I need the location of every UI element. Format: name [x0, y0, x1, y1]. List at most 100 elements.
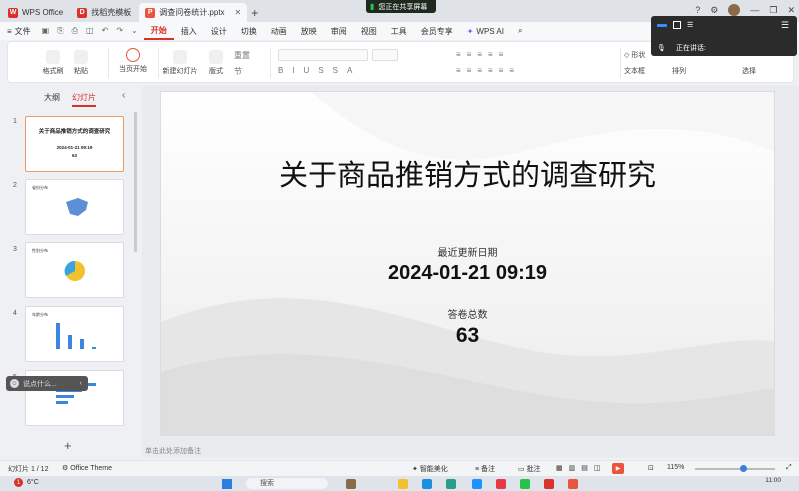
paste-button[interactable]: 粘贴 — [68, 50, 94, 76]
tab-wps-ai[interactable]: ✦ WPS AI — [460, 22, 511, 40]
response-count[interactable]: 63 — [161, 324, 774, 348]
updated-date[interactable]: 2024-01-21 09:19 — [161, 262, 774, 285]
theme-button[interactable]: ⚙ Office Theme — [62, 464, 112, 472]
comments-button[interactable]: ▭ 批注 — [518, 464, 541, 474]
shape-button[interactable]: ◇ 形状 — [624, 50, 645, 60]
tab-animation[interactable]: 动画 — [264, 22, 294, 40]
slide-thumbnail-3[interactable]: 性别分布 — [25, 242, 124, 298]
microphone-icon[interactable]: 🎙 — [657, 44, 666, 52]
bar — [80, 339, 84, 349]
view-mode-buttons[interactable]: ▦▥▤◫ — [556, 464, 606, 472]
zoom-slider[interactable] — [695, 468, 775, 470]
section-button[interactable]: 节 — [234, 66, 242, 77]
slide-thumbnail-1[interactable]: 关于商品推销方式的调查研究 2024-01-21 09:19 63 — [25, 116, 124, 172]
select-button[interactable]: 选择 — [742, 66, 756, 76]
count-label[interactable]: 答卷总数 — [161, 306, 774, 321]
wave-shape — [311, 92, 774, 160]
tab-review[interactable]: 审阅 — [324, 22, 354, 40]
slide-title[interactable]: 关于商品推销方式的调查研究 — [161, 152, 774, 194]
help-icon[interactable]: ? — [695, 5, 700, 15]
clipboard-icon — [74, 50, 88, 64]
screen-share-indicator[interactable]: ▮ 您正在共享屏幕 — [366, 0, 436, 13]
tab-slideshow[interactable]: 放映 — [294, 22, 324, 40]
edge-browser-icon[interactable] — [422, 479, 432, 489]
fullscreen-icon[interactable]: ⤢ — [786, 464, 792, 472]
print-icon[interactable]: ⎙ — [72, 26, 78, 36]
undo-icon[interactable]: ↶ — [102, 26, 109, 36]
restore-icon[interactable]: ❐ — [769, 5, 777, 16]
weather-widget[interactable]: 1 6°C — [14, 478, 39, 487]
overlay-menu-icon[interactable]: ☰ — [781, 20, 789, 31]
taskbar-search[interactable]: 搜索 — [246, 478, 328, 489]
windows-taskbar: 1 6°C 搜索 11:00 — [0, 476, 799, 491]
panel-tabs: 大纲 幻灯片 — [44, 92, 96, 107]
font-family-select[interactable] — [278, 49, 368, 61]
zoom-slider-handle[interactable] — [740, 465, 747, 472]
font-style-buttons[interactable]: BIUSSA — [278, 66, 361, 75]
minimize-icon[interactable]: — — [750, 5, 759, 15]
pptx-taskbar-icon[interactable] — [568, 479, 578, 489]
paragraph-buttons[interactable]: ≡≡≡≡≡ — [456, 50, 509, 59]
slide-canvas[interactable]: 关于商品推销方式的调查研究 最近更新日期 2024-01-21 09:19 答卷… — [160, 91, 775, 436]
close-tab-icon[interactable]: ✕ — [235, 8, 242, 17]
taskbar-app-icon[interactable] — [472, 479, 482, 489]
tab-outline[interactable]: 大纲 — [44, 92, 60, 107]
slide-thumbnail-4[interactable]: 年龄分布 — [25, 306, 124, 362]
taskbar-app-icon[interactable] — [446, 479, 456, 489]
alignment-buttons[interactable]: ≡≡≡≡≡≡ — [456, 66, 520, 75]
settings-icon[interactable]: ⚙ — [710, 5, 718, 16]
tab-tools[interactable]: 工具 — [384, 22, 414, 40]
user-avatar[interactable] — [728, 4, 741, 16]
font-size-select[interactable] — [372, 49, 398, 61]
list-icon[interactable]: ☰ — [687, 21, 693, 29]
save-icon[interactable]: ▣ — [42, 26, 50, 36]
windows-start-icon[interactable] — [222, 479, 232, 489]
play-from-current-button[interactable]: 当页开始 — [113, 48, 153, 74]
textbox-button[interactable]: 文本框 — [624, 66, 645, 76]
panel-scrollbar[interactable] — [134, 112, 137, 252]
reset-button[interactable]: 重置 — [234, 50, 250, 61]
tab-document[interactable]: P 调查问卷统计.pptx ✕ — [139, 3, 248, 22]
search-icon[interactable]: ⌕ — [511, 22, 529, 40]
notes-button[interactable]: ≡ 备注 — [475, 464, 495, 474]
collapse-icon[interactable]: ‹ — [80, 380, 82, 387]
arrange-label: 排列 — [672, 68, 686, 75]
zoom-level[interactable]: 115% — [667, 464, 684, 471]
slide-thumbnail-2[interactable]: 省份分布 — [25, 179, 124, 235]
tab-design[interactable]: 设计 — [204, 22, 234, 40]
preview-icon[interactable]: ◫ — [86, 26, 94, 36]
layout-button[interactable]: 版式 — [204, 50, 228, 76]
more-icon[interactable]: ⌄ — [131, 26, 138, 36]
format-painter-button[interactable]: 格式刷 — [38, 50, 68, 76]
redo-icon[interactable]: ↷ — [116, 26, 123, 36]
tab-insert[interactable]: 插入 — [174, 22, 204, 40]
voice-chat-popup[interactable]: ☺ 说点什么... ‹ — [6, 376, 88, 391]
wps-taskbar-icon[interactable] — [544, 479, 554, 489]
tab-member[interactable]: 会员专享 — [414, 22, 460, 40]
tab-view[interactable]: 视图 — [354, 22, 384, 40]
add-slide-button[interactable]: + — [64, 438, 72, 453]
tab-slides[interactable]: 幻灯片 — [72, 92, 96, 107]
collapse-panel-icon[interactable]: ‹ — [122, 90, 125, 101]
new-slide-button[interactable]: 新建幻灯片 — [160, 50, 200, 76]
tab-wps-office[interactable]: W WPS Office — [2, 3, 69, 22]
export-icon[interactable]: ⎘ — [57, 26, 63, 36]
notes-input[interactable]: 单击此处添加备注 — [145, 446, 201, 456]
fit-icon[interactable]: ⊡ — [648, 464, 654, 472]
tab-templates[interactable]: D 找稻壳模板 — [71, 3, 137, 22]
wechat-icon[interactable] — [520, 479, 530, 489]
tab-transition[interactable]: 切换 — [234, 22, 264, 40]
new-tab-button[interactable]: + — [251, 3, 258, 22]
file-explorer-icon[interactable] — [398, 479, 408, 489]
close-window-icon[interactable]: ✕ — [787, 5, 795, 16]
arrange-button[interactable]: 排列 — [672, 66, 686, 76]
taskbar-app-icon[interactable] — [496, 479, 506, 489]
map-chart-thumb — [66, 198, 88, 216]
smart-beautify-button[interactable]: ✦ 智能美化 — [412, 464, 448, 474]
taskbar-app-icon[interactable] — [346, 479, 356, 489]
screen-icon[interactable] — [673, 21, 681, 29]
tab-home[interactable]: 开始 — [143, 22, 174, 40]
slideshow-play-icon[interactable]: ▶ — [612, 463, 624, 474]
file-menu[interactable]: ≡ 文件 — [0, 22, 38, 40]
updated-label[interactable]: 最近更新日期 — [161, 244, 774, 259]
